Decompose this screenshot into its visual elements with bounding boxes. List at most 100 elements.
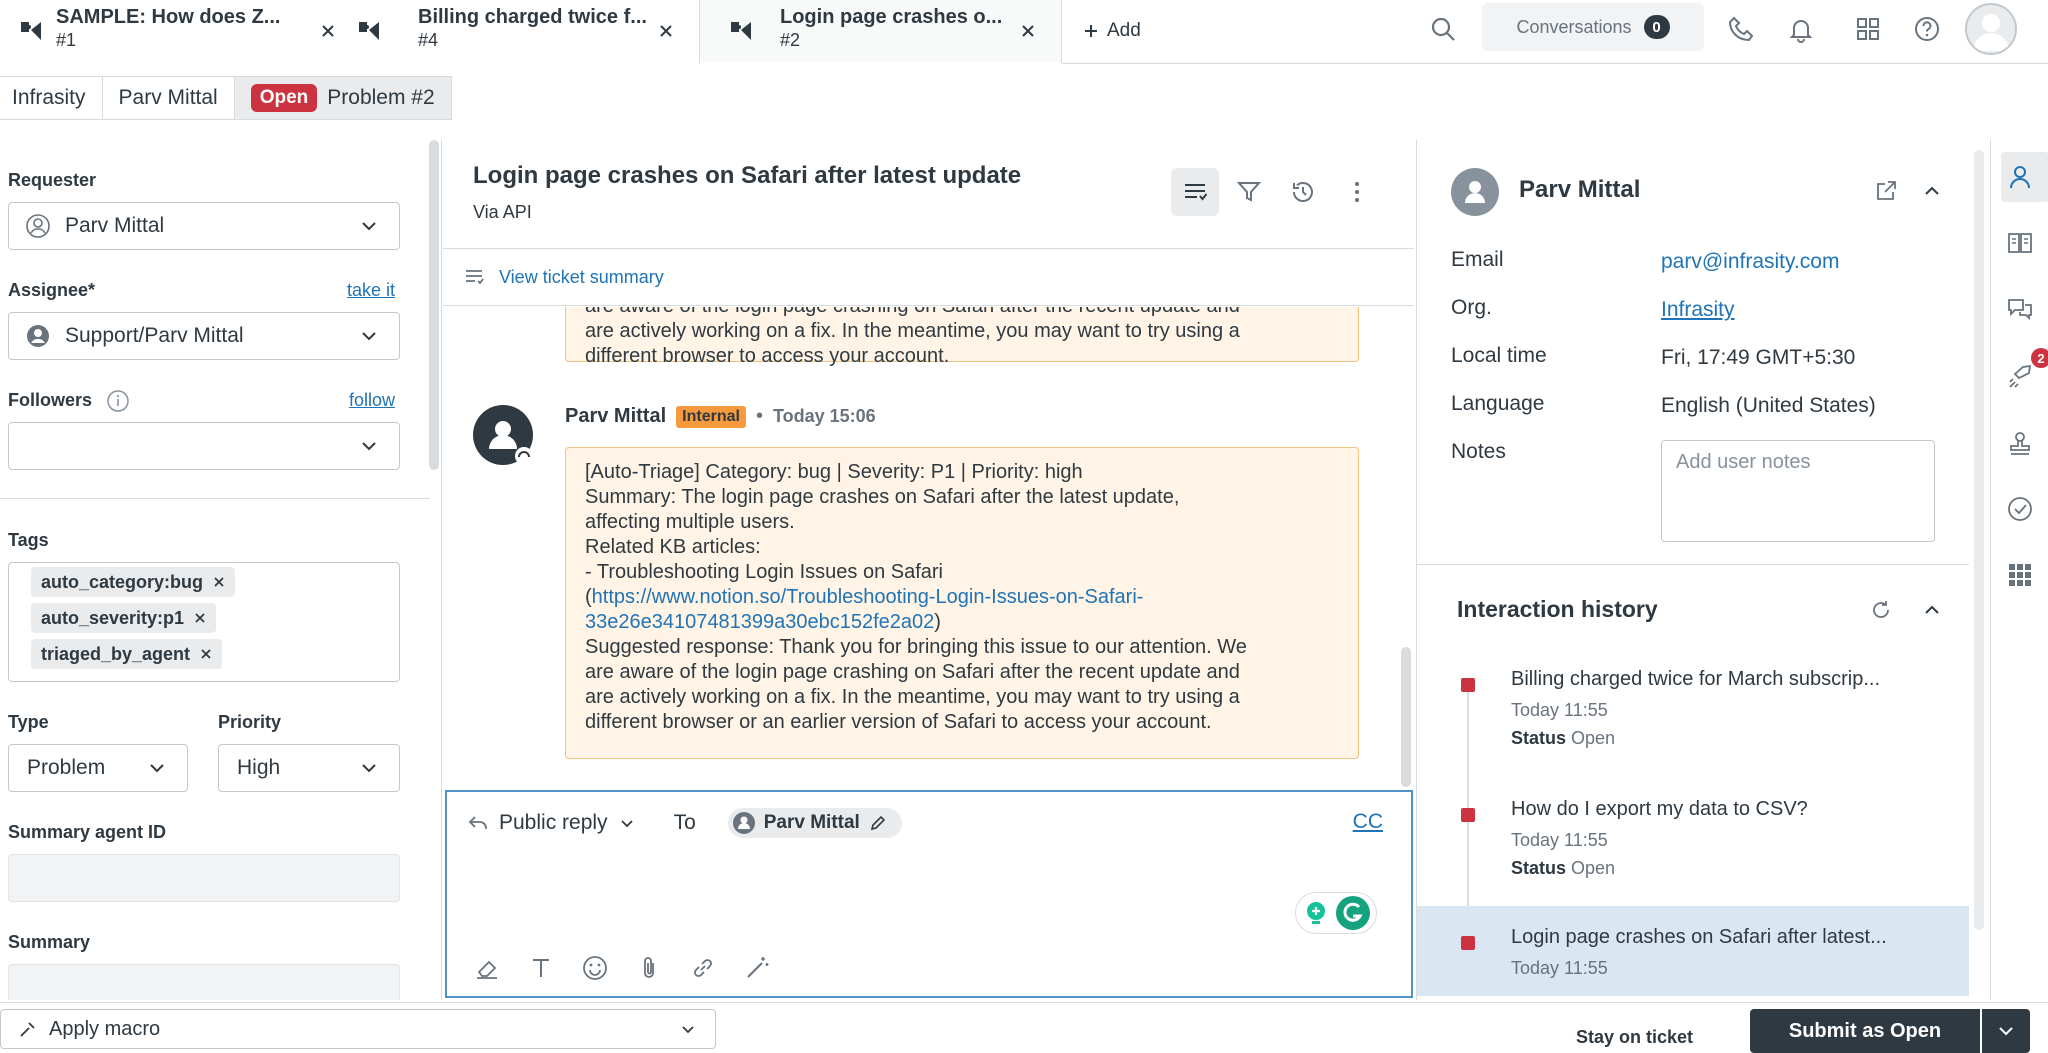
search-icon[interactable] xyxy=(1428,14,1458,44)
apps-grid-icon[interactable] xyxy=(2005,560,2035,590)
breadcrumb-ticket[interactable]: Open Problem #2 xyxy=(234,76,452,120)
scrollbar[interactable] xyxy=(1974,150,1984,930)
kb-article-link[interactable]: https://www.notion.so/Troubleshooting-Lo… xyxy=(592,586,1144,608)
author-name[interactable]: Parv Mittal xyxy=(565,405,666,428)
emoji-icon[interactable] xyxy=(581,954,609,982)
chevron-up-icon[interactable] xyxy=(1921,180,1943,202)
history-item-current[interactable]: Login page crashes on Safari after lates… xyxy=(1417,906,1969,996)
close-icon[interactable] xyxy=(200,648,212,660)
requester-field[interactable]: Parv Mittal xyxy=(8,202,400,250)
customer-name: Parv Mittal xyxy=(1519,176,1641,203)
message-line: - Troubleshooting Login Issues on Safari xyxy=(585,561,943,583)
eraser-icon[interactable] xyxy=(473,954,501,982)
status-dot xyxy=(1461,808,1475,822)
text-format-icon[interactable] xyxy=(527,954,555,982)
view-ticket-summary-bar[interactable]: View ticket summary xyxy=(443,248,1414,306)
tag-label: triaged_by_agent xyxy=(41,643,191,664)
status-dot xyxy=(1461,936,1475,950)
open-external-icon[interactable] xyxy=(1873,178,1899,204)
apps-rocket-icon[interactable] xyxy=(2005,362,2035,392)
ticket-tab-2[interactable]: Login page crashes o... #2 xyxy=(700,0,1062,64)
priority-label: Priority xyxy=(218,712,282,732)
top-bar: SAMPLE: How does Z... #1 Billing charged… xyxy=(0,0,2048,64)
view-ticket-summary-link[interactable]: View ticket summary xyxy=(499,267,664,288)
close-icon[interactable] xyxy=(213,576,225,588)
user-icon[interactable] xyxy=(2005,162,2035,192)
submit-button[interactable]: Submit as Open xyxy=(1750,1009,1980,1053)
add-tab-button[interactable]: Add xyxy=(1083,14,1141,48)
type-select[interactable]: Problem xyxy=(8,744,188,792)
chat-bubbles-icon[interactable] xyxy=(2005,294,2035,324)
breadcrumb-org[interactable]: Infrasity xyxy=(0,76,103,120)
ticket-tab-4[interactable]: Billing charged twice f... #4 xyxy=(338,0,700,64)
customer-avatar xyxy=(1451,168,1499,216)
tag-chip[interactable]: triaged_by_agent xyxy=(31,639,223,669)
submit-options-button[interactable] xyxy=(1982,1009,2030,1053)
breadcrumb: Infrasity Parv Mittal Open Problem #2 xyxy=(0,76,452,128)
summary-field[interactable] xyxy=(8,964,400,1000)
close-icon[interactable] xyxy=(655,20,677,42)
bell-icon[interactable] xyxy=(1786,14,1816,44)
summary-agent-id-label: Summary agent ID xyxy=(8,822,167,842)
tags-field[interactable]: auto_category:bug auto_severity:p1 triag… xyxy=(8,562,400,682)
recipient-chip[interactable]: Parv Mittal xyxy=(727,808,902,838)
tag-chip[interactable]: auto_category:bug xyxy=(31,567,236,597)
close-icon[interactable] xyxy=(1017,20,1039,42)
follow-link[interactable]: follow xyxy=(349,390,395,411)
close-icon[interactable] xyxy=(317,20,339,42)
help-icon[interactable] xyxy=(1912,14,1942,44)
macro-icon xyxy=(20,1022,35,1037)
attachment-icon[interactable] xyxy=(635,954,663,982)
filter-button[interactable] xyxy=(1225,168,1273,216)
tab-number: #4 xyxy=(418,30,439,50)
requester-value: Parv Mittal xyxy=(65,214,165,237)
apps-grid-icon[interactable] xyxy=(1853,14,1883,44)
close-icon[interactable] xyxy=(194,612,206,624)
org-link[interactable]: Infrasity xyxy=(1661,298,1735,322)
history-item[interactable]: How do I export my data to CSV? Today 11… xyxy=(1417,786,1969,878)
followers-field[interactable] xyxy=(8,422,400,470)
filter-icon xyxy=(1236,182,1262,202)
history-item[interactable]: Billing charged twice for March subscrip… xyxy=(1417,656,1969,748)
history-button[interactable] xyxy=(1279,168,1327,216)
reply-type-dropdown[interactable]: Public reply xyxy=(499,811,608,835)
more-options-button[interactable] xyxy=(1333,168,1381,216)
magic-wand-icon[interactable] xyxy=(743,954,771,982)
summary-agent-id-field[interactable] xyxy=(8,854,400,902)
breadcrumb-requester[interactable]: Parv Mittal xyxy=(102,76,235,120)
stamp-icon[interactable] xyxy=(2005,428,2035,458)
user-avatar[interactable] xyxy=(1965,3,2017,55)
cc-link[interactable]: CC xyxy=(1353,810,1383,834)
apply-macro-select[interactable]: Apply macro xyxy=(0,1009,716,1049)
pencil-icon[interactable] xyxy=(868,813,888,833)
assignee-field[interactable]: Support/Parv Mittal xyxy=(8,312,400,360)
priority-select[interactable]: High xyxy=(218,744,400,792)
user-notes-input[interactable]: Add user notes xyxy=(1661,440,1935,542)
email-value[interactable]: parv@infrasity.com xyxy=(1661,250,1839,274)
org-label: Org. xyxy=(1451,296,1492,319)
user-icon xyxy=(489,421,533,465)
scrollbar[interactable] xyxy=(429,140,439,470)
grammarly-bulb-icon xyxy=(1307,902,1325,924)
previous-internal-note: are aware of the login page crashing on … xyxy=(565,307,1359,367)
ticket-tab-1[interactable]: SAMPLE: How does Z... #1 xyxy=(0,0,362,64)
knowledge-book-icon[interactable] xyxy=(2005,228,2035,258)
reply-composer[interactable]: Public reply To Parv Mittal CC xyxy=(445,790,1413,998)
conversation-view-button[interactable] xyxy=(1171,168,1219,216)
grammarly-widget[interactable] xyxy=(1295,892,1377,934)
conversations-button[interactable]: Conversations 0 xyxy=(1482,3,1704,51)
tag-chip[interactable]: auto_severity:p1 xyxy=(31,603,217,633)
refresh-icon[interactable] xyxy=(1869,598,1893,622)
ticket-title: Login page crashes on Safari after lates… xyxy=(473,162,1022,189)
chevron-up-icon[interactable] xyxy=(1921,599,1943,621)
check-circle-icon[interactable] xyxy=(2005,494,2035,524)
link-icon[interactable] xyxy=(689,954,717,982)
kb-article-link-cont[interactable]: 33e26e34107481399a30ebc152fe2a02 xyxy=(585,611,934,633)
info-icon[interactable] xyxy=(106,389,130,413)
scrollbar[interactable] xyxy=(1401,647,1411,787)
chevron-down-icon[interactable] xyxy=(618,814,636,832)
take-it-link[interactable]: take it xyxy=(347,280,395,301)
phone-icon[interactable] xyxy=(1726,14,1756,44)
conversations-count: 0 xyxy=(1643,15,1670,39)
stay-on-ticket-dropdown[interactable]: Stay on ticket xyxy=(1576,1027,1693,1048)
